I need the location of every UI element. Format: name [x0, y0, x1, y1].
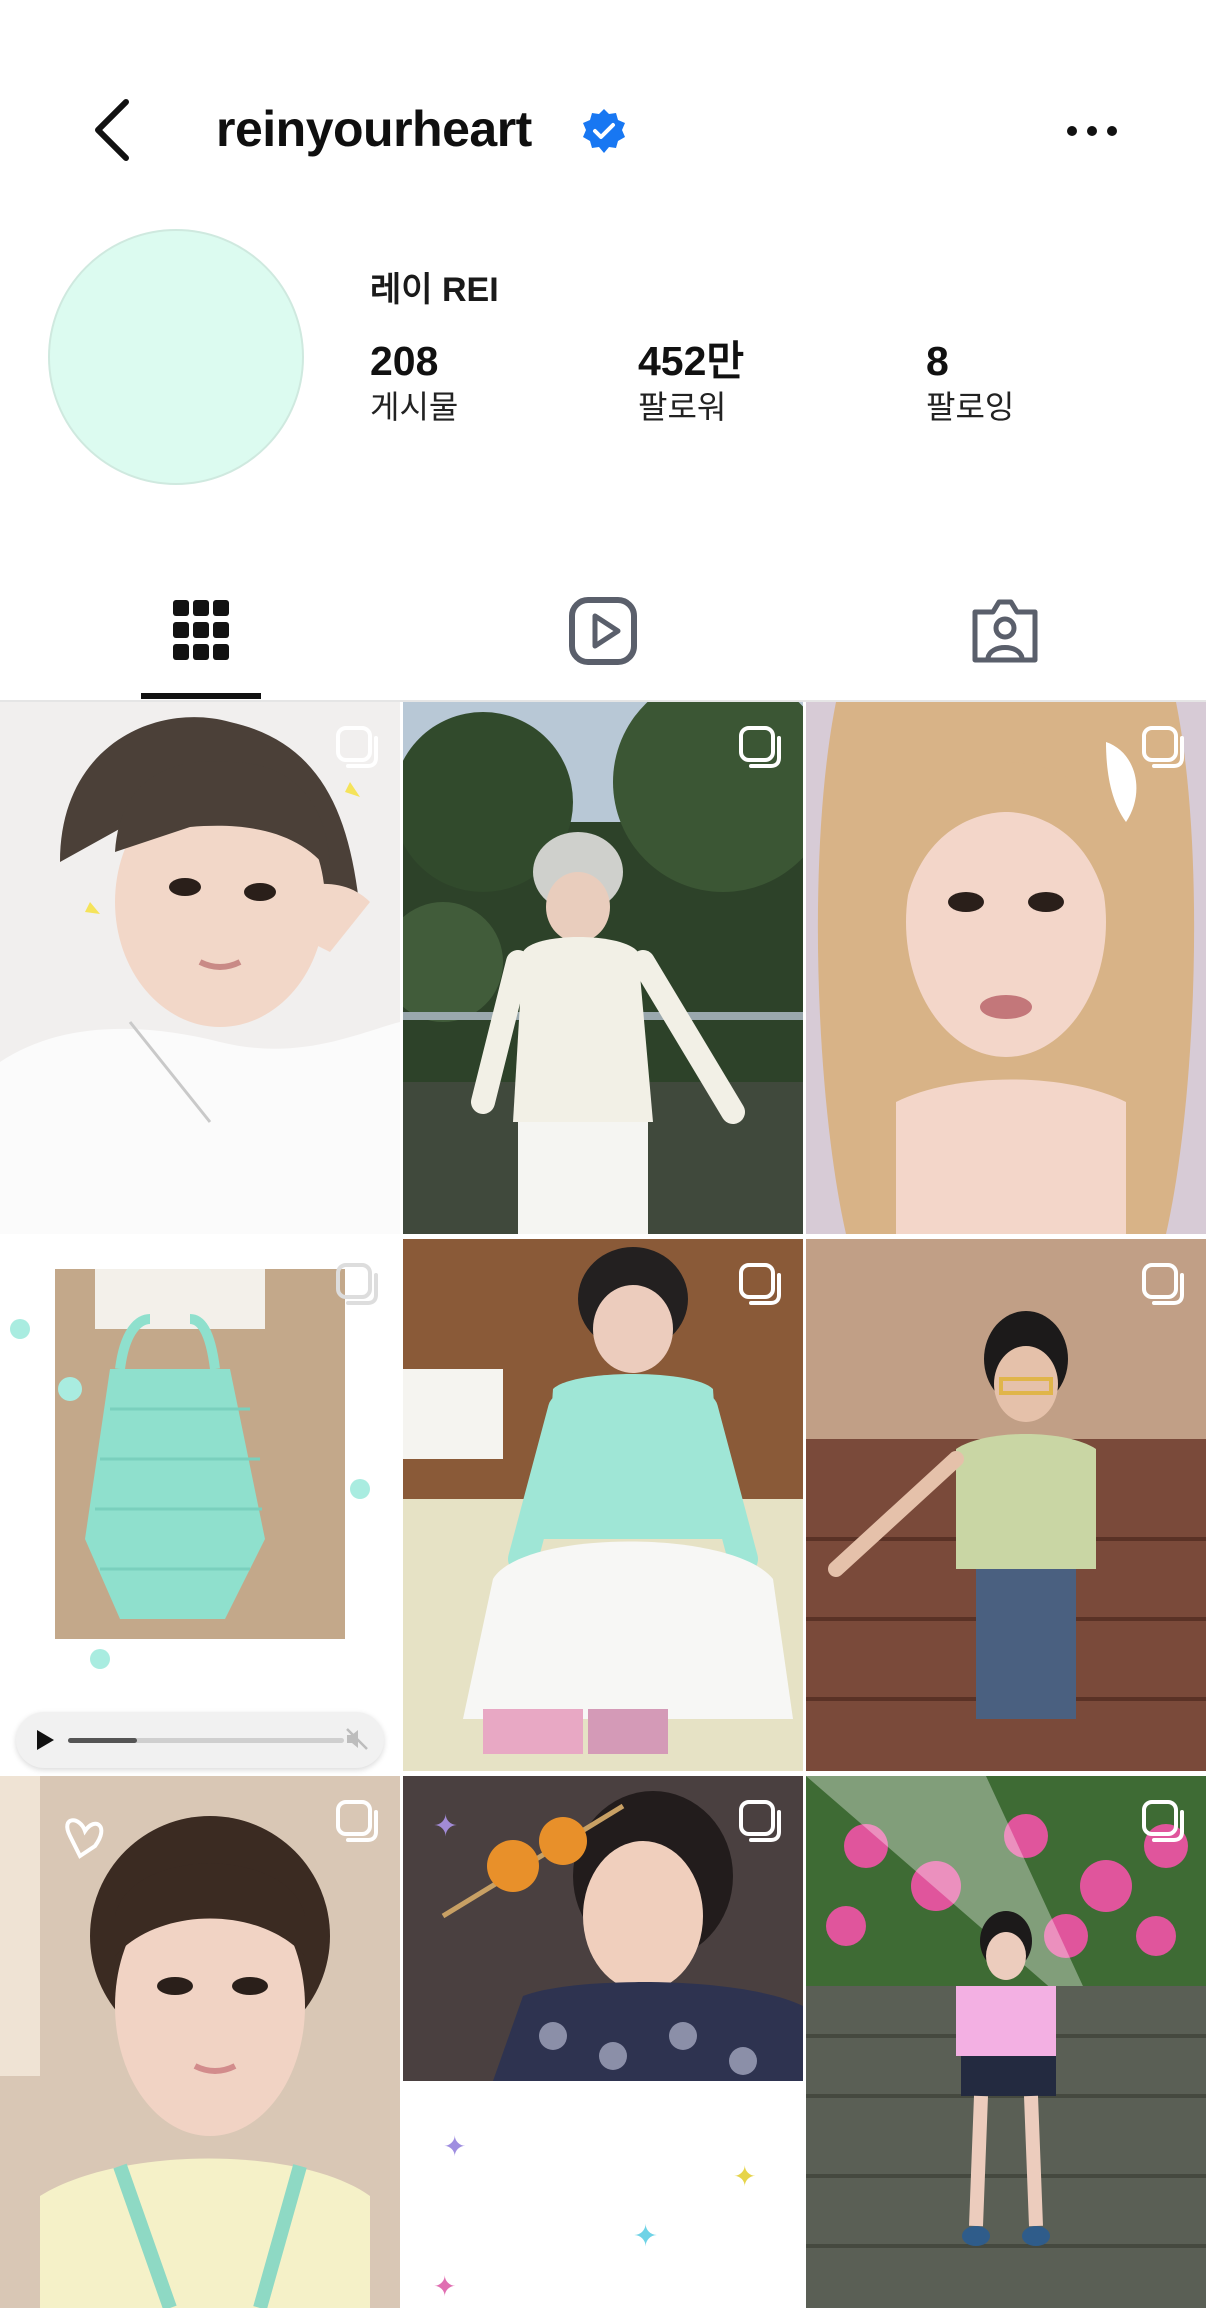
post-image [806, 1239, 1206, 1771]
post-thumbnail[interactable] [0, 1239, 400, 1771]
svg-text:✦: ✦ [633, 2219, 658, 2254]
tagged-icon [972, 599, 1038, 663]
post-thumbnail[interactable] [403, 1239, 803, 1771]
post-thumbnail[interactable]: ✦ ✦ ✦ ✦ ✦ [403, 1776, 803, 2308]
stat-value: 208 [370, 338, 439, 384]
stat-label: 팔로워 [638, 389, 727, 425]
back-button[interactable] [80, 90, 140, 170]
profile-header: reinyourheart [0, 0, 1206, 200]
tab-tagged[interactable] [804, 560, 1206, 700]
followers-count-stat[interactable]: 452만 팔로워 [638, 336, 744, 428]
carousel-icon [739, 1800, 781, 1842]
post-thumbnail[interactable] [403, 702, 803, 1234]
more-horizontal-icon [1067, 126, 1117, 136]
carousel-icon [739, 1263, 781, 1305]
following-count-stat[interactable]: 8 팔로잉 [926, 336, 1014, 428]
carousel-icon [336, 1800, 378, 1842]
post-image [403, 702, 803, 1234]
tab-posts[interactable] [0, 560, 402, 700]
stat-value: 8 [926, 338, 949, 384]
svg-text:✦: ✦ [433, 2270, 456, 2303]
progress-fill [68, 1738, 137, 1743]
posts-count-stat[interactable]: 208 게시물 [370, 336, 458, 428]
post-thumbnail[interactable] [0, 702, 400, 1234]
post-thumbnail[interactable] [806, 1239, 1206, 1771]
post-image: ✦ ✦ ✦ ✦ ✦ [403, 1776, 803, 2308]
post-image [0, 702, 400, 1234]
stat-value: 452만 [638, 338, 745, 384]
stat-label: 팔로잉 [926, 389, 1015, 425]
post-thumbnail[interactable] [806, 1776, 1206, 2308]
post-image [0, 1239, 400, 1771]
post-image [0, 1776, 400, 2308]
more-options-button[interactable] [1062, 118, 1122, 144]
profile-tabs [0, 560, 1206, 702]
carousel-icon [1142, 1800, 1184, 1842]
post-image [806, 1776, 1206, 2308]
post-thumbnail[interactable] [806, 702, 1206, 1234]
profile-username: reinyourheart [216, 101, 532, 157]
post-image [806, 702, 1206, 1234]
play-icon[interactable] [34, 1728, 56, 1752]
grid-icon [173, 600, 229, 660]
profile-page: reinyourheart 레이 REI 208 게시물 452만 팔로워 8 … [0, 0, 1206, 2314]
mute-icon[interactable] [344, 1726, 370, 1752]
reels-icon [569, 597, 637, 665]
carousel-icon [739, 726, 781, 768]
stat-label: 게시물 [370, 389, 459, 425]
post-thumbnail[interactable] [0, 1776, 400, 2308]
carousel-icon [336, 726, 378, 768]
tab-reels[interactable] [402, 560, 804, 700]
svg-text:✦: ✦ [433, 1809, 458, 1844]
post-image [403, 1239, 803, 1771]
carousel-icon [1142, 726, 1184, 768]
avatar[interactable] [48, 229, 304, 485]
display-name: 레이 REI [370, 271, 499, 309]
svg-text:✦: ✦ [733, 2160, 756, 2193]
progress-track[interactable] [68, 1738, 344, 1743]
verified-badge-icon [583, 109, 625, 153]
carousel-icon [336, 1263, 378, 1305]
carousel-icon [1142, 1263, 1184, 1305]
svg-text:✦: ✦ [443, 2130, 466, 2163]
chevron-left-icon [95, 99, 129, 161]
active-tab-indicator [141, 693, 261, 699]
video-progress-bar[interactable] [16, 1712, 384, 1768]
